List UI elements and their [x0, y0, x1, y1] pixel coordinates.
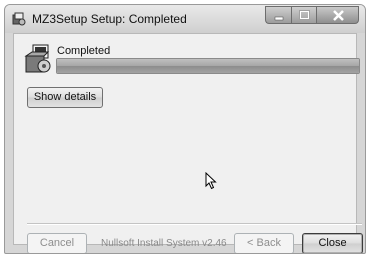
maximize-icon: [299, 10, 310, 20]
progress-fill: [57, 59, 359, 73]
back-button[interactable]: < Back: [234, 233, 294, 253]
close-window-button[interactable]: [316, 6, 359, 24]
branding-text: Nullsoft Install System v2.46: [101, 238, 227, 249]
minimize-icon: [274, 16, 284, 21]
show-details-button[interactable]: Show details: [27, 87, 103, 108]
maximize-button[interactable]: [291, 6, 316, 24]
footer-divider: [27, 223, 362, 225]
installer-box-icon: [24, 44, 52, 74]
installer-window: MZ3Setup Setup: Completed Completed Show…: [4, 4, 366, 254]
close-icon: [333, 10, 344, 21]
client-area: Completed Show details Cancel Nullsoft I…: [13, 33, 363, 253]
caption-buttons: [265, 6, 359, 25]
title-bar[interactable]: MZ3Setup Setup: Completed: [5, 5, 365, 33]
mouse-cursor-icon: [205, 172, 217, 190]
minimize-button[interactable]: [265, 6, 291, 24]
status-label: Completed: [57, 45, 111, 57]
progress-bar: [56, 58, 360, 74]
installer-icon: [12, 12, 26, 26]
cancel-button[interactable]: Cancel: [27, 233, 87, 253]
close-button[interactable]: Close: [302, 233, 363, 253]
window-title: MZ3Setup Setup: Completed: [32, 12, 187, 26]
